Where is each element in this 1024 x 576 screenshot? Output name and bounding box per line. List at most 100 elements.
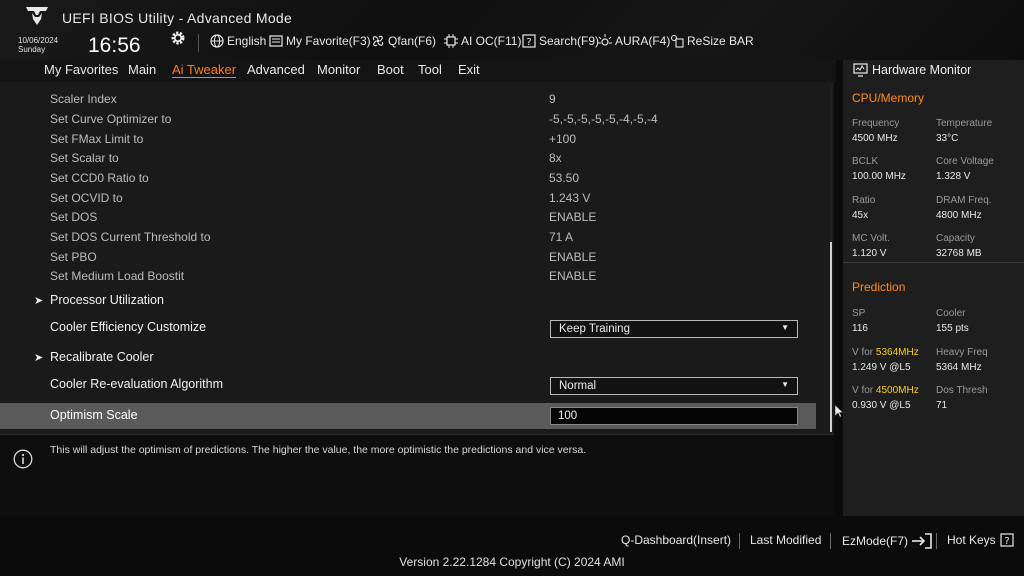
setting-value: 1.243 V <box>549 191 591 205</box>
chevron-down-icon: ▼ <box>781 380 789 389</box>
hardware-monitor-panel: Hardware Monitor CPU/Memory Frequency 45… <box>843 60 1024 516</box>
submenu-recalibrate-cooler[interactable]: Recalibrate Cooler <box>50 350 154 364</box>
menu-tool[interactable]: Tool <box>418 62 442 77</box>
footer-divider <box>830 533 831 549</box>
dos-thresh-value: 71 <box>936 400 948 411</box>
setting-value: -5,-5,-5,-5,-5,-4,-5,-4 <box>549 112 658 126</box>
vfor-prefix: V for <box>852 385 876 396</box>
hot-keys-button[interactable]: Hot Keys ? <box>947 533 1014 547</box>
bclk-value: 100.00 MHz <box>852 171 906 182</box>
chevron-down-icon: ▼ <box>781 323 789 332</box>
help-text: This will adjust the optimism of predict… <box>50 444 587 456</box>
vfor-prefix: V for <box>852 347 876 358</box>
qfan-label: Qfan(F6) <box>388 34 437 48</box>
temperature-value: 33°C <box>936 133 959 144</box>
globe-icon <box>210 34 224 48</box>
search-button[interactable]: ? Search(F9) <box>522 34 599 48</box>
cooler-label: Cooler <box>936 308 966 319</box>
cpu-memory-heading: CPU/Memory <box>852 91 925 105</box>
heavy-freq-value: 5364 MHz <box>936 362 982 373</box>
footer-divider <box>936 533 937 549</box>
core-voltage-label: Core Voltage <box>936 156 994 167</box>
ezmode-icon <box>912 533 932 549</box>
cursor-icon <box>834 404 844 418</box>
main-menu-bar: My Favorites Main Ai Tweaker Advanced Mo… <box>0 60 836 82</box>
language-button[interactable]: English <box>210 34 266 48</box>
heavy-freq-label: Heavy Freq <box>936 347 988 358</box>
app-title: UEFI BIOS Utility - Advanced Mode <box>62 10 293 26</box>
hot-keys-label: Hot Keys <box>947 533 996 547</box>
gear-icon[interactable] <box>170 30 186 46</box>
core-voltage-value: 1.328 V <box>936 171 971 182</box>
submenu-arrow-icon: ➤ <box>34 352 44 364</box>
qfan-button[interactable]: Qfan(F6) <box>371 34 436 48</box>
ratio-label: Ratio <box>852 195 876 206</box>
setting-value: 8x <box>549 151 562 165</box>
my-favorite-button[interactable]: My Favorite(F3) <box>269 34 371 48</box>
menu-ai-tweaker[interactable]: Ai Tweaker <box>172 62 237 78</box>
svg-text:?: ? <box>526 37 531 48</box>
language-label: English <box>227 34 267 48</box>
frequency-label: Frequency <box>852 118 900 129</box>
ezmode-button[interactable]: EzMode(F7) <box>842 533 933 549</box>
menu-monitor[interactable]: Monitor <box>317 62 360 77</box>
cooler-efficiency-value: Keep Training <box>559 323 630 335</box>
dram-freq-value: 4800 MHz <box>936 210 982 221</box>
cooler-efficiency-label: Cooler Efficiency Customize <box>50 320 207 334</box>
info-icon <box>13 449 33 469</box>
vfor-high-label: V for 5364MHz <box>852 347 919 358</box>
cooler-efficiency-select[interactable]: Keep Training ▼ <box>550 320 798 338</box>
prediction-heading: Prediction <box>852 280 906 294</box>
optimism-scale-input[interactable]: 100 <box>550 407 798 425</box>
clock[interactable]: 16:56 <box>88 34 141 58</box>
q-dashboard-button[interactable]: Q-Dashboard(Insert) <box>621 533 731 547</box>
mc-volt-value: 1.120 V <box>852 248 887 259</box>
setting-label: Set Medium Load Boostit <box>50 269 185 283</box>
setting-label: Set DOS <box>50 210 98 224</box>
setting-label: Set OCVID to <box>50 191 123 205</box>
scrollbar-thumb[interactable] <box>830 242 832 432</box>
menu-exit[interactable]: Exit <box>458 62 480 77</box>
settings-panel: Scaler Index 9 Set Curve Optimizer to -5… <box>0 82 834 434</box>
temperature-label: Temperature <box>936 118 993 129</box>
ratio-value: 45x <box>852 210 869 221</box>
setting-value: ENABLE <box>549 269 597 283</box>
menu-main[interactable]: Main <box>128 62 156 77</box>
footer-divider <box>739 533 740 549</box>
setting-label: Set FMax Limit to <box>50 132 144 146</box>
fan-icon <box>372 35 384 47</box>
vfor-high-value: 1.249 V @L5 <box>852 362 911 373</box>
optimism-scale-label: Optimism Scale <box>50 408 138 422</box>
help-panel: This will adjust the optimism of predict… <box>0 434 834 517</box>
ai-oc-button[interactable]: AI OC(F11) <box>444 34 521 48</box>
menu-my-favorites[interactable]: My Favorites <box>44 62 118 77</box>
vfor-high-freq: 5364MHz <box>875 347 919 358</box>
reevaluation-select[interactable]: Normal ▼ <box>550 377 798 395</box>
vfor-low-label: V for 4500MHz <box>852 385 919 396</box>
bclk-label: BCLK <box>852 156 879 167</box>
search-label: Search(F9) <box>539 34 600 48</box>
my-favorite-label: My Favorite(F3) <box>286 34 371 48</box>
ezmode-label: EzMode(F7) <box>842 534 909 548</box>
optimism-scale-row[interactable]: Optimism Scale 100 <box>0 403 816 429</box>
vfor-low-freq: 4500MHz <box>875 385 919 396</box>
resize-bar-icon <box>670 34 684 48</box>
submenu-arrow-icon: ➤ <box>34 295 44 307</box>
svg-text:?: ? <box>1004 536 1009 547</box>
date-display: 10/06/2024 Sunday <box>18 36 58 54</box>
search-icon: ? <box>522 34 536 48</box>
resize-bar-button[interactable]: ReSize BAR <box>670 34 754 48</box>
aura-button[interactable]: AURA(F4) <box>598 34 670 48</box>
menu-advanced[interactable]: Advanced <box>247 62 305 77</box>
setting-value: +100 <box>549 132 577 146</box>
reevaluation-label: Cooler Re-evaluation Algorithm <box>50 377 224 391</box>
menu-boot[interactable]: Boot <box>377 62 404 77</box>
hotkeys-icon: ? <box>1000 533 1014 547</box>
submenu-processor-utilization[interactable]: Processor Utilization <box>50 293 164 307</box>
setting-label: Set DOS Current Threshold to <box>50 230 211 244</box>
dram-freq-label: DRAM Freq. <box>936 195 992 206</box>
reevaluation-value: Normal <box>559 380 597 392</box>
tuf-logo-icon <box>26 7 48 25</box>
day-text: Sunday <box>18 45 46 54</box>
last-modified-button[interactable]: Last Modified <box>750 533 821 547</box>
